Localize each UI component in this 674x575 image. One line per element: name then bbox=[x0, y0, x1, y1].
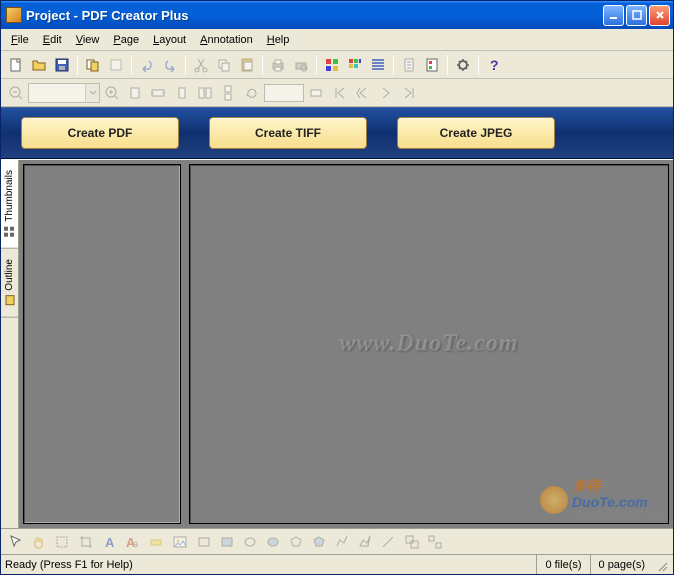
group-tool[interactable] bbox=[401, 531, 423, 553]
help-button[interactable]: ? bbox=[483, 54, 505, 76]
svg-text:A: A bbox=[105, 535, 115, 550]
main-toolbar: ? bbox=[1, 51, 673, 79]
thumbnails-large-button[interactable] bbox=[344, 54, 366, 76]
menu-view[interactable]: View bbox=[70, 32, 106, 48]
menu-annotation[interactable]: Annotation bbox=[194, 32, 259, 48]
maximize-button[interactable] bbox=[626, 5, 647, 26]
zoom-combo[interactable] bbox=[28, 83, 100, 103]
save-button[interactable] bbox=[51, 54, 73, 76]
menu-layout[interactable]: Layout bbox=[147, 32, 192, 48]
rect-tool[interactable] bbox=[193, 531, 215, 553]
settings-button[interactable] bbox=[452, 54, 474, 76]
new-file-button[interactable] bbox=[5, 54, 27, 76]
create-tiff-button[interactable]: Create TIFF bbox=[209, 117, 367, 149]
line-tool[interactable] bbox=[377, 531, 399, 553]
continuous-button[interactable] bbox=[217, 82, 239, 104]
closed-polyline-tool[interactable] bbox=[354, 531, 376, 553]
tab-outline[interactable]: Outline bbox=[1, 249, 18, 318]
orientation-button[interactable] bbox=[305, 82, 327, 104]
text-format-tool[interactable]: Aa bbox=[122, 531, 144, 553]
filled-polygon-tool[interactable] bbox=[308, 531, 330, 553]
outline-icon bbox=[4, 294, 16, 306]
thumbnails-small-button[interactable] bbox=[321, 54, 343, 76]
single-page-button[interactable] bbox=[171, 82, 193, 104]
side-tabs: Thumbnails Outline bbox=[1, 160, 19, 528]
menu-file[interactable]: File bbox=[5, 32, 35, 48]
last-page-button[interactable] bbox=[398, 82, 420, 104]
resize-grip[interactable] bbox=[653, 557, 669, 573]
pointer-tool[interactable] bbox=[5, 531, 27, 553]
print-button[interactable] bbox=[267, 54, 289, 76]
hand-tool[interactable] bbox=[28, 531, 50, 553]
annotation-toolbar: A Aa bbox=[1, 528, 673, 554]
crop-tool[interactable] bbox=[75, 531, 97, 553]
copy-button[interactable] bbox=[213, 54, 235, 76]
statusbar: Ready (Press F1 for Help) 0 file(s) 0 pa… bbox=[1, 554, 673, 574]
create-pdf-button[interactable]: Create PDF bbox=[21, 117, 179, 149]
paste-button[interactable] bbox=[236, 54, 258, 76]
highlight-tool[interactable] bbox=[145, 531, 167, 553]
svg-text:a: a bbox=[133, 539, 138, 549]
prev-page-button[interactable] bbox=[352, 82, 374, 104]
watermark-text: www.DuoTe.com bbox=[339, 331, 518, 358]
status-pages: 0 page(s) bbox=[590, 555, 653, 574]
filled-ellipse-tool[interactable] bbox=[262, 531, 284, 553]
status-files: 0 file(s) bbox=[536, 555, 589, 574]
open-file-button[interactable] bbox=[28, 54, 50, 76]
corner-watermark: 多特软件站 DuoTe.com 国内最安全的软件站 bbox=[540, 479, 662, 521]
zoom-in-button[interactable] bbox=[101, 82, 123, 104]
properties-button[interactable] bbox=[421, 54, 443, 76]
ellipse-tool[interactable] bbox=[239, 531, 261, 553]
marquee-tool[interactable] bbox=[51, 531, 73, 553]
polygon-tool[interactable] bbox=[285, 531, 307, 553]
polyline-tool[interactable] bbox=[331, 531, 353, 553]
redo-button[interactable] bbox=[159, 54, 181, 76]
view-toolbar bbox=[1, 79, 673, 107]
filled-rect-tool[interactable] bbox=[216, 531, 238, 553]
window-title: Project - PDF Creator Plus bbox=[26, 8, 603, 23]
menu-help[interactable]: Help bbox=[261, 32, 296, 48]
first-page-button[interactable] bbox=[329, 82, 351, 104]
zoom-out-button[interactable] bbox=[5, 82, 27, 104]
import-button[interactable] bbox=[82, 54, 104, 76]
export-button[interactable] bbox=[105, 54, 127, 76]
rotate-button[interactable] bbox=[241, 82, 263, 104]
action-bar: Create PDF Create TIFF Create JPEG bbox=[1, 107, 673, 159]
text-tool[interactable]: A bbox=[99, 531, 121, 553]
cut-button[interactable] bbox=[190, 54, 212, 76]
menu-edit[interactable]: Edit bbox=[37, 32, 68, 48]
menu-page[interactable]: Page bbox=[107, 32, 145, 48]
status-message: Ready (Press F1 for Help) bbox=[5, 559, 536, 571]
print-preview-button[interactable] bbox=[290, 54, 312, 76]
zoom-dropdown-icon bbox=[85, 84, 99, 102]
two-page-button[interactable] bbox=[194, 82, 216, 104]
list-view-button[interactable] bbox=[367, 54, 389, 76]
titlebar: Project - PDF Creator Plus bbox=[1, 1, 673, 29]
undo-button[interactable] bbox=[136, 54, 158, 76]
workspace: Thumbnails Outline www.DuoTe.com 多特软件站 D… bbox=[1, 159, 673, 528]
close-button[interactable] bbox=[649, 5, 670, 26]
canvas-area: www.DuoTe.com 多特软件站 DuoTe.com 国内最安全的软件站 bbox=[189, 164, 669, 524]
page-size-box[interactable] bbox=[264, 84, 304, 102]
image-tool[interactable] bbox=[169, 531, 191, 553]
duote-logo-icon bbox=[540, 486, 568, 514]
fit-page-button[interactable] bbox=[124, 82, 146, 104]
page-view-button[interactable] bbox=[398, 54, 420, 76]
fit-width-button[interactable] bbox=[147, 82, 169, 104]
create-jpeg-button[interactable]: Create JPEG bbox=[397, 117, 555, 149]
ungroup-tool[interactable] bbox=[424, 531, 446, 553]
thumbnails-icon bbox=[4, 226, 16, 238]
next-page-button[interactable] bbox=[375, 82, 397, 104]
tab-thumbnails[interactable]: Thumbnails bbox=[1, 160, 18, 249]
thumbnail-panel bbox=[23, 164, 181, 524]
menubar: File Edit View Page Layout Annotation He… bbox=[1, 29, 673, 51]
minimize-button[interactable] bbox=[603, 5, 624, 26]
svg-text:?: ? bbox=[490, 57, 499, 73]
app-icon bbox=[6, 7, 22, 23]
